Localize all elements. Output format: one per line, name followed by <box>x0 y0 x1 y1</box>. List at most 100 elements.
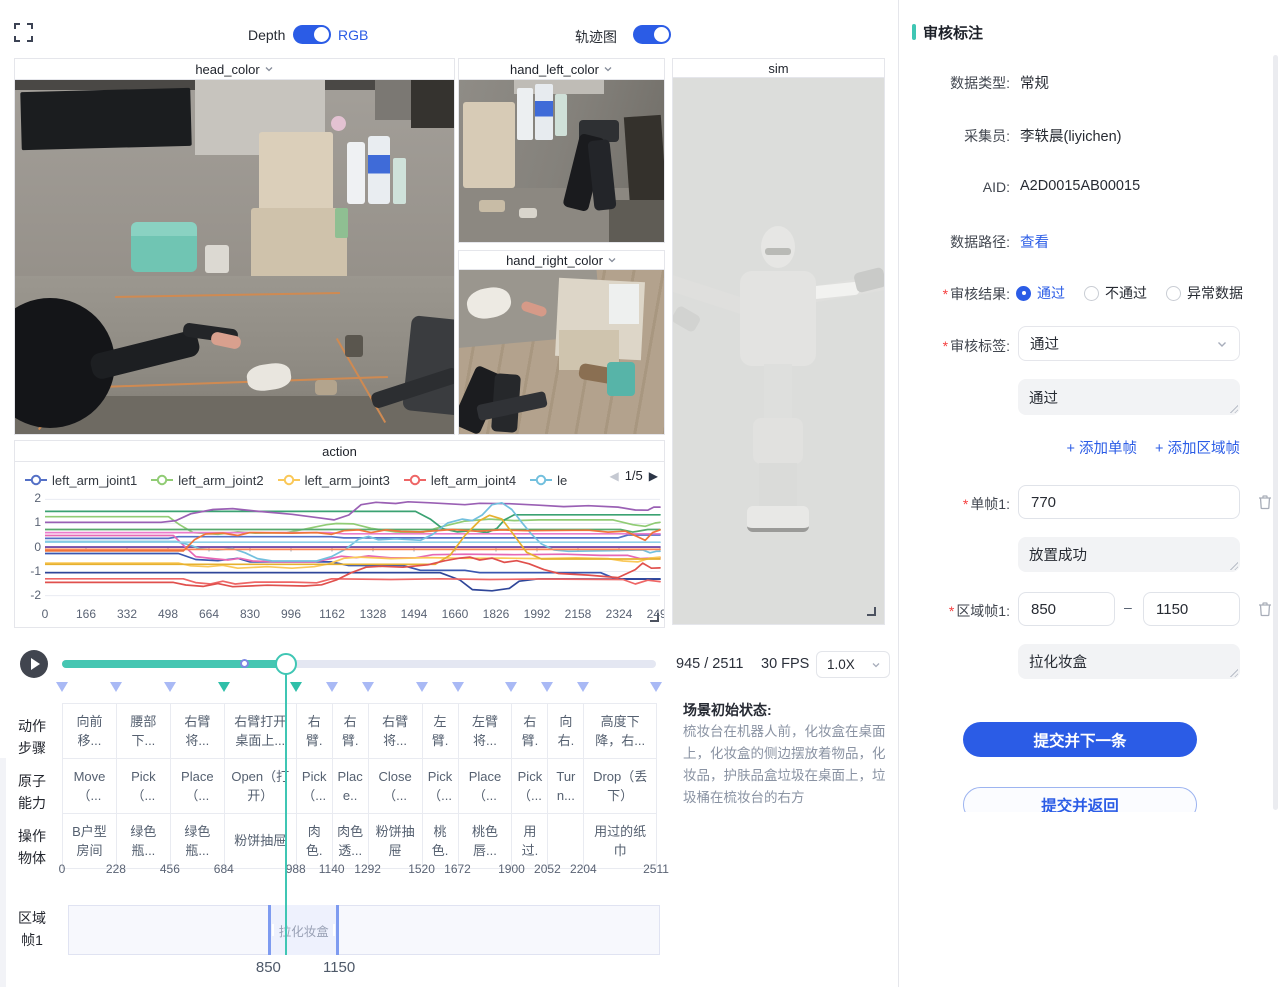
table-cell[interactable]: 绿色瓶... <box>170 813 225 869</box>
table-cell[interactable]: Close（... <box>368 758 423 814</box>
panel-scrollbar[interactable] <box>1273 55 1278 810</box>
table-cell[interactable]: Pick（... <box>116 758 171 814</box>
timeline-marker[interactable] <box>650 682 662 692</box>
table-cell[interactable]: 肉色. <box>296 813 333 869</box>
sim-title: sim <box>768 61 788 76</box>
timeline-marker[interactable] <box>218 682 230 692</box>
field-value-data-type: 常规 <box>1020 72 1049 93</box>
row-label-atomic-ability: 原子能力 <box>14 771 50 814</box>
single-frame-note-textarea[interactable]: 放置成功 <box>1018 537 1240 572</box>
table-cell[interactable]: 向右. <box>547 703 584 759</box>
review-tag-note-textarea[interactable]: 通过 <box>1018 379 1240 415</box>
legend-label: left_arm_joint2 <box>178 473 263 488</box>
submit-back-button[interactable]: 提交并返回 <box>963 787 1197 812</box>
table-cell[interactable]: 右臂. <box>511 703 548 759</box>
head-camera-header[interactable]: head_color <box>15 59 454 80</box>
table-cell[interactable]: 向前移... <box>62 703 117 759</box>
single-frame-input[interactable]: 770 <box>1018 485 1240 519</box>
progress-handle[interactable] <box>275 653 297 675</box>
add-single-frame-button[interactable]: + 添加单帧 <box>1067 437 1138 458</box>
sim-viewport[interactable] <box>673 78 884 624</box>
review-tag-select[interactable]: 通过 <box>1018 326 1240 361</box>
table-cell[interactable]: 用过. <box>511 813 548 869</box>
delete-single-frame-icon[interactable] <box>1256 493 1274 511</box>
table-cell[interactable]: 右臂将... <box>368 703 423 759</box>
table-cell[interactable]: 左臂将... <box>458 703 513 759</box>
timeline-marker[interactable] <box>110 682 122 692</box>
region-frame-segment[interactable]: 拉化妆盒 <box>268 905 339 955</box>
table-cell[interactable]: 右臂. <box>332 703 369 759</box>
table-cell[interactable]: Drop（丢下） <box>583 758 657 814</box>
table-cell[interactable]: 桃色唇... <box>458 813 513 869</box>
timeline-marker[interactable] <box>416 682 428 692</box>
timeline-axis-label: 2052 <box>527 862 567 876</box>
timeline-marker[interactable] <box>541 682 553 692</box>
panel-divider <box>898 0 899 987</box>
legend-marker-icon <box>404 474 426 486</box>
hand-right-camera-header[interactable]: hand_right_color <box>459 251 664 270</box>
play-button[interactable] <box>20 650 48 678</box>
table-cell[interactable]: 右臂将... <box>170 703 225 759</box>
table-cell[interactable]: Pick（... <box>422 758 459 814</box>
delete-region-frame-icon[interactable] <box>1256 600 1274 618</box>
timeline-marker[interactable] <box>290 682 302 692</box>
table-cell[interactable]: B户型房间 <box>62 813 117 869</box>
table-cell[interactable]: Move（... <box>62 758 117 814</box>
timeline-marker[interactable] <box>362 682 374 692</box>
legend-next-icon[interactable]: ▶ <box>649 469 658 483</box>
segment-handle[interactable] <box>272 924 274 936</box>
depth-rgb-toggle[interactable] <box>293 25 331 44</box>
sim-robot-head <box>761 226 795 268</box>
add-region-frame-button[interactable]: + 添加区域帧 <box>1155 437 1240 458</box>
segment-handle[interactable] <box>333 924 335 936</box>
table-cell[interactable]: Place.. <box>332 758 369 814</box>
review-result-radio-2[interactable]: 异常数据 <box>1166 283 1243 303</box>
table-cell[interactable]: 左臂. <box>422 703 459 759</box>
submit-next-button[interactable]: 提交并下一条 <box>963 722 1197 757</box>
region-end-input[interactable]: 1150 <box>1143 592 1240 626</box>
trajectory-toggle[interactable] <box>633 25 671 44</box>
view-link[interactable]: 查看 <box>1020 231 1049 252</box>
review-result-radio-0[interactable]: 通过 <box>1016 283 1065 303</box>
timeline-marker[interactable] <box>164 682 176 692</box>
speed-select[interactable]: 1.0X <box>816 651 890 678</box>
table-cell[interactable]: Pick（... <box>511 758 548 814</box>
table-cell[interactable]: Turn... <box>547 758 584 814</box>
table-cell[interactable]: 右臂. <box>296 703 333 759</box>
fullscreen-icon[interactable] <box>14 23 33 42</box>
table-cell[interactable]: 粉饼抽屉 <box>368 813 423 869</box>
legend-item[interactable]: left_arm_joint2 <box>151 473 263 488</box>
table-cell[interactable]: 桃色. <box>422 813 459 869</box>
table-cell[interactable]: 用过的纸巾 <box>583 813 657 869</box>
chart-plot[interactable] <box>45 491 661 606</box>
table-cell[interactable]: 绿色瓶... <box>116 813 171 869</box>
timeline-axis-label: 228 <box>96 862 136 876</box>
region-start-input[interactable]: 850 <box>1018 592 1115 626</box>
hand-left-camera-header[interactable]: hand_left_color <box>459 59 664 80</box>
table-cell[interactable]: Place（... <box>170 758 225 814</box>
legend-item[interactable]: left_arm_joint4 <box>404 473 516 488</box>
table-cell[interactable]: 高度下降，右... <box>583 703 657 759</box>
legend-item[interactable]: le <box>530 473 567 488</box>
region-frame-note-textarea[interactable]: 拉化妆盒 <box>1018 644 1240 679</box>
legend-marker-icon <box>530 474 552 486</box>
field-value-aid: A2D0015AB00015 <box>1020 178 1140 194</box>
table-cell[interactable]: 腰部下... <box>116 703 171 759</box>
legend-item[interactable]: left_arm_joint3 <box>278 473 390 488</box>
table-cell[interactable] <box>547 813 584 869</box>
resize-handle-icon[interactable] <box>867 607 876 616</box>
legend-item[interactable]: left_arm_joint1 <box>25 473 137 488</box>
timeline-marker[interactable] <box>326 682 338 692</box>
review-result-radio-1[interactable]: 不通过 <box>1084 283 1147 303</box>
table-cell[interactable]: 肉色透... <box>332 813 369 869</box>
timeline-marker[interactable] <box>452 682 464 692</box>
region-frame-bar[interactable] <box>68 905 660 955</box>
table-cell[interactable]: Place（... <box>458 758 513 814</box>
playhead-line[interactable] <box>285 670 287 955</box>
timeline-marker[interactable] <box>577 682 589 692</box>
progress-track[interactable] <box>62 660 656 668</box>
timeline-marker[interactable] <box>56 682 68 692</box>
timeline-marker[interactable] <box>505 682 517 692</box>
table-cell[interactable]: Pick（... <box>296 758 333 814</box>
legend-prev-icon[interactable]: ◀ <box>609 469 618 483</box>
